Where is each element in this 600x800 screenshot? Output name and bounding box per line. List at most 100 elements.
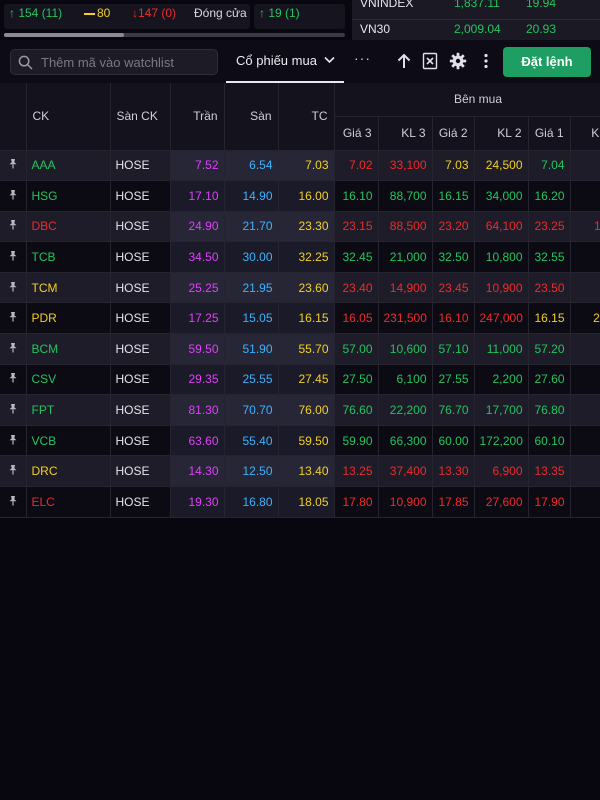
floor-price: 21.95 <box>224 272 279 304</box>
reference-price: 55.70 <box>278 333 335 365</box>
table-row[interactable]: BCM HOSE 59.50 51.90 55.70 57.00 10,600 57.10 11… <box>0 333 600 365</box>
buy-price-1: 16.20 <box>528 180 571 212</box>
header-ceiling[interactable]: Trần <box>170 83 225 151</box>
pin-cell[interactable] <box>0 211 27 243</box>
table-row[interactable]: FPT HOSE 81.30 70.70 76.00 76.60 22,200 76.70 17… <box>0 394 600 426</box>
pin-icon <box>9 495 17 506</box>
stock-symbol[interactable]: VCB <box>26 425 111 457</box>
buy-vol-2: 10,800 <box>474 241 529 273</box>
index-change: 19.94 <box>526 0 557 10</box>
pin-cell[interactable] <box>0 241 27 273</box>
stock-symbol[interactable]: ELC <box>26 486 111 518</box>
header-exchange[interactable]: Sàn CK <box>110 83 171 151</box>
buy-vol-2: 10,900 <box>474 272 529 304</box>
reference-price: 23.60 <box>278 272 335 304</box>
pin-cell[interactable] <box>0 333 27 365</box>
ceiling-price: 81.30 <box>170 394 225 426</box>
header-buy-price-3[interactable]: Giá 3 <box>334 116 379 151</box>
buy-price-1: 27.60 <box>528 364 571 396</box>
more-vertical-icon[interactable] <box>477 52 495 70</box>
pin-cell[interactable] <box>0 394 27 426</box>
watchlist-search-box[interactable] <box>10 49 218 75</box>
pin-cell[interactable] <box>0 486 27 518</box>
header-buy-vol-1[interactable]: KL 1 <box>570 116 600 151</box>
pin-icon <box>9 373 17 383</box>
buy-price-1: 16.15 <box>528 302 571 335</box>
buy-vol-1: 10, <box>570 394 600 426</box>
table-row[interactable]: HSG HOSE 17.10 14.90 16.00 16.10 88,700 16.15 34… <box>0 180 600 212</box>
pin-cell[interactable] <box>0 455 27 488</box>
header-ck[interactable]: CK <box>26 83 111 151</box>
pin-cell[interactable] <box>0 302 27 335</box>
watchlist-select[interactable]: Cổ phiếu mua <box>226 45 344 79</box>
table-row[interactable]: VCB HOSE 63.60 55.40 59.50 59.90 66,300 60.00 17… <box>0 425 600 457</box>
floor-price: 70.70 <box>224 394 279 426</box>
table-row[interactable]: DRC HOSE 14.30 12.50 13.40 13.25 37,400 13.30 6,… <box>0 455 600 488</box>
buy-vol-1: 51, <box>570 180 600 212</box>
floor-price: 6.54 <box>224 150 279 182</box>
stock-symbol[interactable]: DRC <box>26 455 111 488</box>
exchange-cell: HOSE <box>110 150 171 182</box>
header-buy-price-2[interactable]: Giá 2 <box>432 116 475 151</box>
index-row-vn30[interactable]: VN30 2,009.04 20.93 <box>352 20 600 40</box>
table-row[interactable]: AAA HOSE 7.52 6.54 7.03 7.02 33,100 7.03 24,500 7… <box>0 150 600 182</box>
stock-symbol[interactable]: CSV <box>26 364 111 396</box>
ceiling-price: 29.35 <box>170 364 225 396</box>
gear-icon[interactable] <box>449 52 467 70</box>
stock-symbol[interactable]: PDR <box>26 302 111 335</box>
excel-icon[interactable] <box>421 52 439 70</box>
place-order-button[interactable]: Đặt lệnh <box>503 47 591 77</box>
stock-symbol[interactable]: HSG <box>26 180 111 212</box>
pin-icon <box>9 434 17 445</box>
table-row[interactable]: DBC HOSE 24.90 21.70 23.30 23.15 88,500 23.20 64… <box>0 211 600 243</box>
pin-cell[interactable] <box>0 364 27 396</box>
buy-price-1: 23.25 <box>528 211 571 243</box>
more-horizontal-icon[interactable]: ··· <box>354 50 371 66</box>
stock-symbol[interactable]: TCB <box>26 241 111 273</box>
unchanged-count: 80 <box>84 6 110 20</box>
stock-symbol[interactable]: BCM <box>26 333 111 365</box>
header-buy-price-1[interactable]: Giá 1 <box>528 116 571 151</box>
stock-symbol[interactable]: DBC <box>26 211 111 243</box>
pin-icon <box>9 251 17 261</box>
chevron-down-icon <box>324 56 335 64</box>
stock-symbol[interactable]: AAA <box>26 150 111 182</box>
table-row[interactable]: ELC HOSE 19.30 16.80 18.05 17.80 10,900 17.85 27… <box>0 486 600 518</box>
ceiling-price: 24.90 <box>170 211 225 243</box>
table-row[interactable]: CSV HOSE 29.35 25.55 27.45 27.50 6,100 27.55 2,2… <box>0 364 600 396</box>
advancers-count: ↑ 154 (11) <box>9 6 63 20</box>
watchlist-select-label: Cổ phiếu mua <box>236 53 317 68</box>
buy-vol-2: 6,900 <box>474 455 529 488</box>
buy-price-3: 23.15 <box>334 211 379 243</box>
pin-cell[interactable] <box>0 425 27 457</box>
pin-cell[interactable] <box>0 180 27 212</box>
buy-price-1: 17.90 <box>528 486 571 518</box>
buy-price-2: 16.10 <box>432 302 475 335</box>
buy-price-1: 7.04 <box>528 150 571 182</box>
pin-icon <box>9 465 17 475</box>
stock-symbol[interactable]: FPT <box>26 394 111 426</box>
buy-vol-3: 88,500 <box>378 211 433 243</box>
watchlist-search-input[interactable] <box>41 53 213 71</box>
ceiling-price: 34.50 <box>170 241 225 273</box>
table-row[interactable]: TCB HOSE 34.50 30.00 32.25 32.45 21,000 32.50 10… <box>0 241 600 273</box>
header-reference[interactable]: TC <box>278 83 335 151</box>
table-row[interactable]: TCM HOSE 25.25 21.95 23.60 23.40 14,900 23.45 10… <box>0 272 600 304</box>
upload-icon[interactable] <box>395 52 413 70</box>
buy-price-3: 13.25 <box>334 455 379 488</box>
exchange-cell: HOSE <box>110 272 171 304</box>
pin-icon <box>9 189 17 200</box>
search-icon <box>18 55 33 70</box>
header-floor[interactable]: Sàn <box>224 83 279 151</box>
pin-icon <box>9 220 17 230</box>
stock-symbol[interactable]: TCM <box>26 272 111 304</box>
index-row-vnindex[interactable]: VNINDEX 1,837.11 19.94 <box>352 0 600 14</box>
pin-cell[interactable] <box>0 150 27 182</box>
pin-cell[interactable] <box>0 272 27 304</box>
table-row[interactable]: PDR HOSE 17.25 15.05 16.15 16.05 231,500 16.10 2… <box>0 302 600 335</box>
header-buy-vol-2[interactable]: KL 2 <box>474 116 529 151</box>
buy-price-2: 17.85 <box>432 486 475 518</box>
buy-price-1: 60.10 <box>528 425 571 457</box>
scrollbar-thumb[interactable] <box>4 33 124 37</box>
header-buy-vol-3[interactable]: KL 3 <box>378 116 433 151</box>
